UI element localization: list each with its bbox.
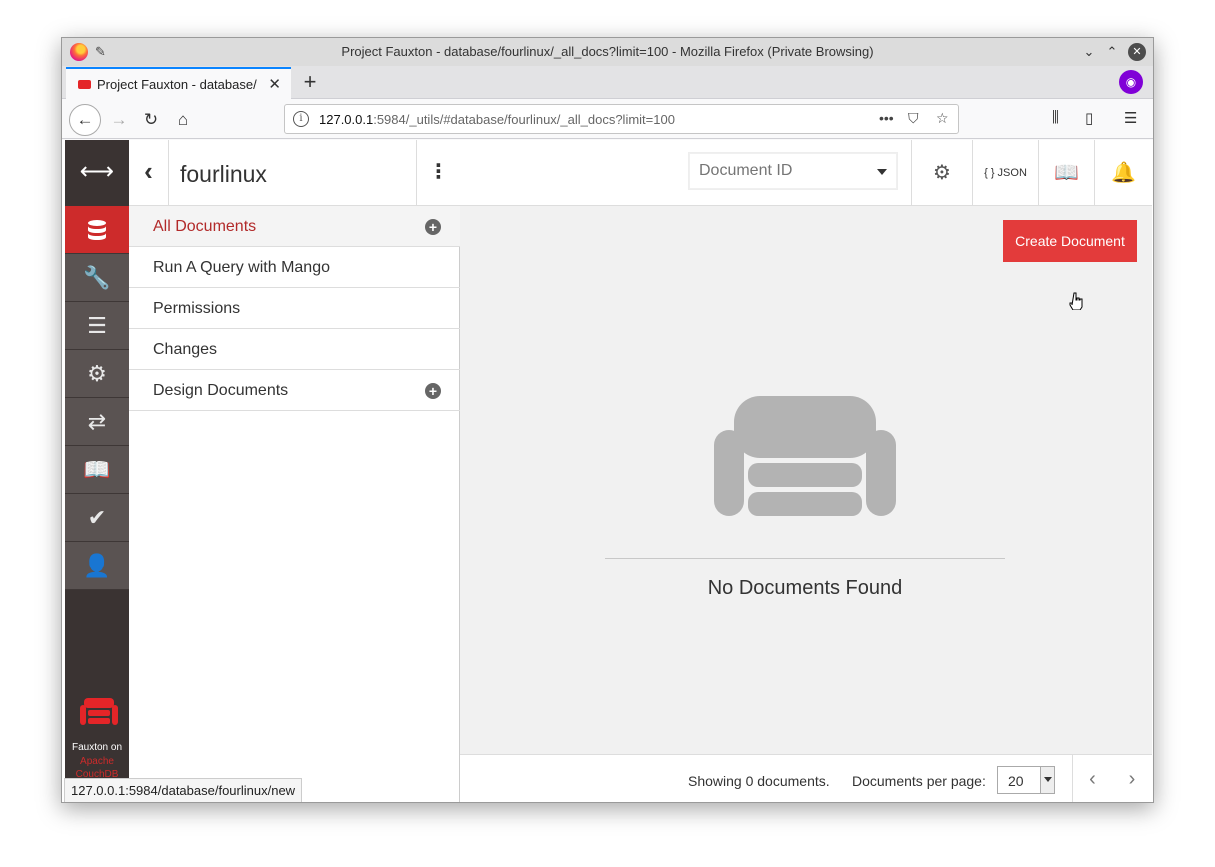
nav-verify-check-icon[interactable]: ✔ [65,494,129,542]
sidebar-item-label: All Documents [153,218,257,235]
database-sidebar: All Documents + Run A Query with Mango P… [129,206,460,802]
url-path: :5984/_utils/#database/fourlinux/_all_do… [373,112,675,127]
select-arrow-icon[interactable] [1040,767,1054,793]
home-icon[interactable]: ⌂ [168,105,198,135]
pocket-icon[interactable]: ⛉ [908,110,919,127]
nav-config-gear-icon[interactable]: ⚙ [65,350,129,398]
add-document-plus-icon[interactable]: + [425,219,441,235]
site-info-icon[interactable]: i [293,111,309,127]
per-page-label: Documents per page: [852,773,986,789]
showing-count: Showing 0 documents. [688,773,830,789]
create-document-button[interactable]: Create Document [1003,220,1137,262]
nav-documentation-icon[interactable]: 📖 [65,446,129,494]
documentation-book-icon[interactable]: 📖 [1038,140,1094,206]
per-page-select[interactable]: 20 [997,766,1055,794]
database-header: ‹ fourlinux ⋮ [129,140,460,206]
chevron-down-icon[interactable] [877,169,887,175]
divider [605,558,1005,559]
nav-databases-icon[interactable] [65,206,129,254]
private-browsing-icon: ◉ [1119,70,1143,94]
maximize-icon[interactable]: ⌃ [1103,43,1121,61]
sidebar-item-permissions[interactable]: Permissions [129,288,460,329]
database-name: fourlinux [180,161,267,187]
status-bar-link-preview: 127.0.0.1:5984/database/fourlinux/new [64,778,303,802]
page-actions-icon[interactable]: ••• [879,110,894,126]
footer-apache: Apache [80,756,114,767]
back-icon[interactable]: ← [69,104,101,136]
window-title: Project Fauxton - database/fourlinux/_al… [341,44,874,59]
nav-setup-wrench-icon[interactable]: 🔧 [65,254,129,302]
nav-replication-icon[interactable]: ⇄ [65,398,129,446]
couch-icon [714,396,896,516]
couchdb-logo-icon[interactable] [80,698,118,726]
library-icon[interactable]: ⫼ [1052,109,1059,126]
url-host: 127.0.0.1 [319,112,374,127]
document-id-input[interactable] [689,153,869,189]
sidebar-item-label: Changes [153,341,218,358]
url-bar[interactable]: i 127.0.0.1:5984/_utils/#database/fourli… [284,104,959,134]
per-page-value: 20 [1008,773,1024,789]
sidebar-item-changes[interactable]: Changes [129,329,460,370]
tab-strip: Project Fauxton - database/fourlinux/_al… [62,66,1153,99]
next-page-icon[interactable]: › [1112,755,1152,802]
add-design-doc-plus-icon[interactable]: + [425,383,441,399]
nav-user-icon[interactable]: 👤 [65,542,129,590]
database-menu-icon[interactable]: ⋮ [416,140,460,206]
close-window-icon[interactable]: ✕ [1128,43,1146,61]
documents-panel: Create Document No Documents Found [460,206,1152,754]
sidebar-item-mango-query[interactable]: Run A Query with Mango [129,247,460,288]
navigation-bar: ← → ↻ ⌂ i 127.0.0.1:5984/_utils/#databas… [62,100,1153,139]
menu-icon[interactable]: ☰ [1124,109,1137,127]
footer-fauxton-on: Fauxton on [71,742,123,753]
bookmark-star-icon[interactable]: ☆ [936,110,949,127]
url-text[interactable]: 127.0.0.1:5984/_utils/#database/fourlinu… [319,112,675,127]
new-tab-icon[interactable]: + [298,69,322,95]
tab-label: Project Fauxton - database/fourlinux/_al… [97,77,257,92]
browser-tab[interactable]: Project Fauxton - database/fourlinux/_al… [66,67,291,99]
expand-nav-icon[interactable]: ⟷ [65,140,129,206]
reload-icon[interactable]: ↻ [136,105,166,135]
browser-window: ✎ Project Fauxton - database/fourlinux/_… [61,37,1154,803]
pagination-footer: Showing 0 documents. Documents per page:… [460,754,1152,802]
sidebar-item-label: Design Documents [153,382,289,399]
nav-footer: Fauxton on Apache CouchDB [65,590,129,802]
previous-page-icon[interactable]: ‹ [1072,755,1112,802]
page-content: ⟷ 🔧 ☰ ⚙ ⇄ 📖 ✔ 👤 Fauxton on Apache CouchD… [62,140,1153,802]
main-header: ⚙ { } JSON 📖 🔔 [460,140,1152,206]
sidebar-toggle-icon[interactable]: ▯ [1085,109,1093,127]
minimize-icon[interactable]: ⌄ [1080,43,1098,61]
nav-active-tasks-icon[interactable]: ☰ [65,302,129,350]
sidebar-item-all-documents[interactable]: All Documents + [129,206,460,247]
query-options-gears-icon[interactable]: ⚙ [911,140,972,206]
close-tab-icon[interactable]: ✕ [268,75,281,93]
json-view-button[interactable]: { } JSON [972,140,1038,206]
sidebar-item-design-documents[interactable]: Design Documents + [129,370,460,411]
primary-nav: ⟷ 🔧 ☰ ⚙ ⇄ 📖 ✔ 👤 Fauxton on Apache CouchD… [65,140,129,802]
document-id-select[interactable] [688,152,898,190]
sidebar-item-label: Permissions [153,300,241,317]
sidebar-item-label: Run A Query with Mango [153,259,330,276]
couchdb-favicon-icon [78,80,91,89]
hand-cursor-icon [1069,292,1083,310]
title-bar: ✎ Project Fauxton - database/fourlinux/_… [62,38,1153,66]
empty-state-message: No Documents Found [707,577,903,599]
forward-icon[interactable]: → [104,105,134,135]
back-chevron-icon[interactable]: ‹ [129,140,169,206]
notifications-bell-icon[interactable]: 🔔 [1094,140,1152,206]
